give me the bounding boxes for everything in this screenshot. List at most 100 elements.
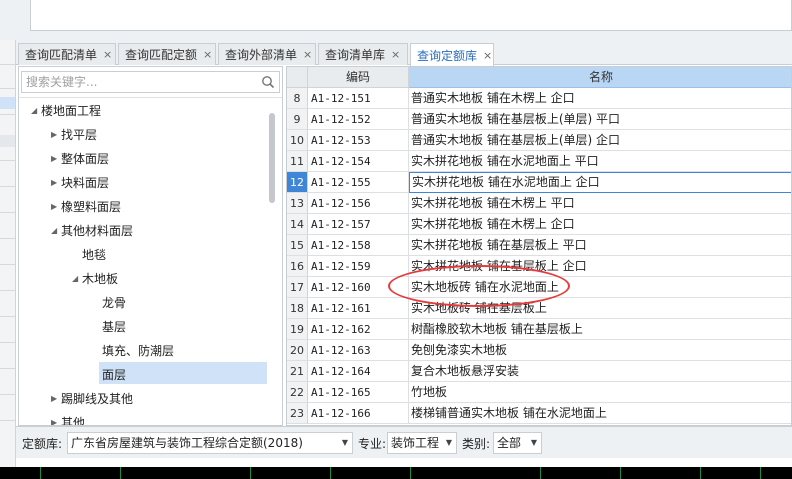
tree-item-floor-works[interactable]: ◢ 楼地面工程: [31, 100, 101, 120]
tab-query-match-list[interactable]: 查询匹配清单 ×: [18, 43, 116, 65]
expand-triangle-icon[interactable]: ▶: [51, 418, 61, 426]
expand-triangle-icon[interactable]: ▶: [51, 202, 61, 211]
close-icon[interactable]: ×: [391, 48, 400, 61]
expand-triangle-icon[interactable]: ▶: [51, 394, 61, 403]
tree-item-carpet[interactable]: 地毯: [82, 244, 106, 264]
name-column-header[interactable]: 名称: [409, 67, 791, 88]
row-number[interactable]: 23: [287, 403, 308, 424]
tree-item-fill-moisture-layer[interactable]: 填充、防潮层: [102, 340, 174, 360]
tree-item-skirting-and-other[interactable]: ▶ 踢脚线及其他: [51, 388, 133, 408]
row-number[interactable]: 12: [287, 172, 308, 193]
table-row[interactable]: 12 A1-12-155 实木拼花地板 铺在水泥地面上 企口: [287, 172, 791, 193]
table-row[interactable]: 14 A1-12-157 实木拼花地板 铺在木楞上 企口: [287, 214, 791, 235]
code-cell[interactable]: A1-12-166: [308, 403, 409, 424]
code-cell[interactable]: A1-12-158: [308, 235, 409, 256]
name-cell[interactable]: 实木拼花地板 铺在基层板上 平口: [409, 235, 791, 256]
code-cell[interactable]: A1-12-165: [308, 382, 409, 403]
collapse-triangle-icon[interactable]: ◢: [31, 106, 41, 115]
code-cell[interactable]: A1-12-159: [308, 256, 409, 277]
row-number[interactable]: 18: [287, 298, 308, 319]
name-cell[interactable]: 实木拼花地板 铺在水泥地面上 平口: [409, 151, 791, 172]
expand-triangle-icon[interactable]: ▶: [51, 154, 61, 163]
table-row[interactable]: 21 A1-12-164 复合木地板悬浮安装: [287, 361, 791, 382]
row-number[interactable]: 11: [287, 151, 308, 172]
code-cell[interactable]: A1-12-151: [308, 88, 409, 109]
tree-item-rubber-plastic-surface[interactable]: ▶ 橡塑料面层: [51, 196, 121, 216]
name-cell[interactable]: 实木地板砖 铺在基层板上: [409, 298, 791, 319]
code-cell[interactable]: A1-12-163: [308, 340, 409, 361]
category-select[interactable]: 全部 ▼: [493, 432, 542, 454]
table-row[interactable]: 9 A1-12-152 普通实木地板 铺在基层板上(单层) 平口: [287, 109, 791, 130]
tab-query-quota-library[interactable]: 查询定额库 ×: [410, 43, 494, 66]
code-column-header[interactable]: 编码: [308, 67, 409, 88]
tree-item-surface-layer[interactable]: 面层: [102, 364, 126, 384]
tab-query-external-list[interactable]: 查询外部清单 ×: [218, 43, 316, 65]
name-cell[interactable]: 树酯橡胶软木地板 铺在基层板上: [409, 319, 791, 340]
name-cell[interactable]: 普通实木地板 铺在基层板上(单层) 企口: [409, 130, 791, 151]
row-number[interactable]: 10: [287, 130, 308, 151]
code-cell[interactable]: A1-12-164: [308, 361, 409, 382]
table-row[interactable]: 8 A1-12-151 普通实木地板 铺在木楞上 企口: [287, 88, 791, 109]
code-cell[interactable]: A1-12-152: [308, 109, 409, 130]
table-row[interactable]: 16 A1-12-159 实木拼花地板 铺在基层板上 企口: [287, 256, 791, 277]
name-cell[interactable]: 实木拼花地板 铺在木楞上 企口: [409, 214, 791, 235]
close-icon[interactable]: ×: [103, 48, 112, 61]
table-row[interactable]: 23 A1-12-166 楼梯铺普通实木地板 铺在水泥地面上: [287, 403, 791, 424]
tree-item-wood-floor[interactable]: ◢ 木地板: [72, 268, 118, 288]
name-cell[interactable]: 实木拼花地板 铺在基层板上 企口: [409, 256, 791, 277]
row-number[interactable]: 22: [287, 382, 308, 403]
tree-item-block-surface[interactable]: ▶ 块料面层: [51, 172, 109, 192]
tree-scrollbar-thumb[interactable]: [269, 113, 275, 203]
name-cell[interactable]: 复合木地板悬浮安装: [409, 361, 791, 382]
table-row[interactable]: 13 A1-12-156 实木拼花地板 铺在木楞上 平口: [287, 193, 791, 214]
row-number[interactable]: 14: [287, 214, 308, 235]
tree-item-base-layer[interactable]: 基层: [102, 316, 126, 336]
name-cell[interactable]: 普通实木地板 铺在木楞上 企口: [409, 88, 791, 109]
table-row[interactable]: 17 A1-12-160 实木地板砖 铺在水泥地面上: [287, 277, 791, 298]
tree-item-leveling-layer[interactable]: ▶ 找平层: [51, 124, 97, 144]
quota-library-select[interactable]: 广东省房屋建筑与装饰工程综合定额(2018) ▼: [67, 432, 353, 454]
search-input[interactable]: [22, 72, 258, 92]
table-row[interactable]: 19 A1-12-162 树酯橡胶软木地板 铺在基层板上: [287, 319, 791, 340]
code-cell[interactable]: A1-12-153: [308, 130, 409, 151]
row-number[interactable]: 9: [287, 109, 308, 130]
tree-item-other[interactable]: ▶ 其他: [51, 412, 85, 426]
name-cell[interactable]: 竹地板: [409, 382, 791, 403]
search-icon[interactable]: [261, 75, 275, 89]
table-row[interactable]: 20 A1-12-163 免刨免漆实木地板: [287, 340, 791, 361]
name-cell[interactable]: 实木拼花地板 铺在木楞上 平口: [409, 193, 791, 214]
code-cell[interactable]: A1-12-156: [308, 193, 409, 214]
tree-item-other-material-surface[interactable]: ◢ 其他材料面层: [51, 220, 133, 240]
row-number[interactable]: 21: [287, 361, 308, 382]
table-row[interactable]: 18 A1-12-161 实木地板砖 铺在基层板上: [287, 298, 791, 319]
name-cell[interactable]: 普通实木地板 铺在基层板上(单层) 平口: [409, 109, 791, 130]
close-icon[interactable]: ×: [483, 49, 492, 62]
code-cell[interactable]: A1-12-162: [308, 319, 409, 340]
table-row[interactable]: 10 A1-12-153 普通实木地板 铺在基层板上(单层) 企口: [287, 130, 791, 151]
row-number[interactable]: 13: [287, 193, 308, 214]
row-number[interactable]: 20: [287, 340, 308, 361]
name-cell[interactable]: 实木地板砖 铺在水泥地面上: [409, 277, 791, 298]
tab-query-match-quota[interactable]: 查询匹配定额 ×: [118, 43, 216, 65]
code-cell[interactable]: A1-12-157: [308, 214, 409, 235]
name-cell[interactable]: 免刨免漆实木地板: [409, 340, 791, 361]
tree-item-keel[interactable]: 龙骨: [102, 292, 126, 312]
code-cell[interactable]: A1-12-155: [308, 172, 409, 193]
table-row[interactable]: 15 A1-12-158 实木拼花地板 铺在基层板上 平口: [287, 235, 791, 256]
row-number[interactable]: 16: [287, 256, 308, 277]
row-number[interactable]: 15: [287, 235, 308, 256]
collapse-triangle-icon[interactable]: ◢: [51, 226, 61, 235]
code-cell[interactable]: A1-12-154: [308, 151, 409, 172]
close-icon[interactable]: ×: [203, 48, 212, 61]
name-cell[interactable]: 楼梯铺普通实木地板 铺在水泥地面上: [409, 403, 791, 424]
row-number[interactable]: 17: [287, 277, 308, 298]
expand-triangle-icon[interactable]: ▶: [51, 130, 61, 139]
name-cell[interactable]: 实木拼花地板 铺在水泥地面上 企口: [409, 172, 791, 193]
table-row[interactable]: 22 A1-12-165 竹地板: [287, 382, 791, 403]
major-select[interactable]: 装饰工程 ▼: [387, 432, 457, 454]
collapse-triangle-icon[interactable]: ◢: [72, 274, 82, 283]
tree-item-integral-surface[interactable]: ▶ 整体面层: [51, 148, 109, 168]
code-cell[interactable]: A1-12-160: [308, 277, 409, 298]
code-cell[interactable]: A1-12-161: [308, 298, 409, 319]
row-number[interactable]: 19: [287, 319, 308, 340]
